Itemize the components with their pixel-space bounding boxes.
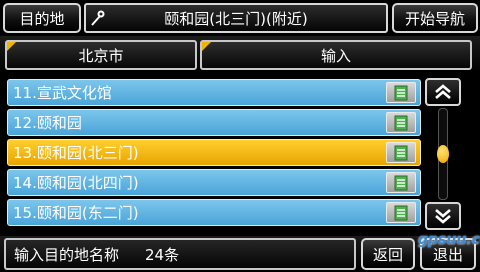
- document-icon: [394, 175, 408, 190]
- document-icon: [394, 145, 408, 160]
- scrollbar-track[interactable]: [437, 108, 449, 200]
- scrollbar-thumb[interactable]: [437, 145, 449, 163]
- document-icon: [394, 205, 408, 220]
- scroll-down-button[interactable]: [425, 202, 461, 230]
- corner-marker-icon: [202, 42, 211, 51]
- map-pin-icon: [91, 10, 105, 26]
- double-chevron-up-icon: [435, 84, 451, 99]
- city-label: 北京市: [78, 46, 124, 65]
- back-button[interactable]: 返回: [361, 238, 415, 270]
- input-method-label: 输入: [320, 46, 351, 65]
- destination-title: 颐和园(北三门)(附近): [164, 9, 308, 28]
- destination-label: 目的地: [19, 9, 65, 28]
- search-input-box[interactable]: 输入目的地名称 24条: [4, 238, 356, 270]
- list-item-label: 12.颐和园: [13, 114, 82, 132]
- list-item[interactable]: 12.颐和园: [7, 109, 421, 136]
- document-icon: [394, 115, 408, 130]
- double-chevron-down-icon: [435, 209, 451, 224]
- input-method-selector[interactable]: 输入: [200, 40, 472, 70]
- result-count: 24条: [145, 245, 180, 264]
- list-item-label: 15.颐和园(东二门): [13, 204, 139, 222]
- city-selector[interactable]: 北京市: [5, 40, 197, 70]
- list-item[interactable]: 14.颐和园(北四门): [7, 169, 421, 196]
- back-label: 返回: [372, 245, 403, 264]
- document-icon: [394, 85, 408, 100]
- details-button[interactable]: [386, 82, 416, 103]
- list-item-label: 11.宣武文化馆: [13, 84, 112, 102]
- details-button[interactable]: [386, 142, 416, 163]
- destination-title-bar: 颐和园(北三门)(附近): [84, 3, 388, 33]
- list-item-label: 13.颐和园(北三门): [13, 144, 139, 162]
- details-button[interactable]: [386, 112, 416, 133]
- destination-button[interactable]: 目的地: [3, 3, 81, 33]
- list-item[interactable]: 15.颐和园(东二门): [7, 199, 421, 226]
- corner-marker-icon: [7, 42, 16, 51]
- list-item-label: 14.颐和园(北四门): [13, 174, 139, 192]
- details-button[interactable]: [386, 202, 416, 223]
- watermark: gpsuu.com: [418, 232, 480, 248]
- scroll-up-button[interactable]: [425, 78, 461, 106]
- details-button[interactable]: [386, 172, 416, 193]
- start-navigation-label: 开始导航: [404, 9, 465, 28]
- search-prompt: 输入目的地名称: [14, 245, 120, 264]
- start-navigation-button[interactable]: 开始导航: [392, 3, 478, 33]
- list-item-selected[interactable]: 13.颐和园(北三门): [7, 139, 421, 166]
- list-item[interactable]: 11.宣武文化馆: [7, 79, 421, 106]
